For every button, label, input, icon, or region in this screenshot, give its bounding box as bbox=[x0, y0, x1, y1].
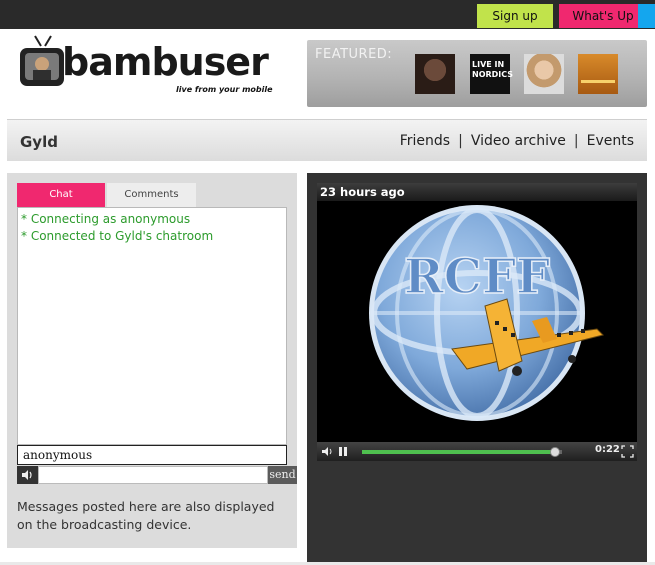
chat-panel: Chat Comments * Connecting as anonymous … bbox=[7, 173, 297, 548]
nav-separator: | bbox=[458, 133, 463, 149]
sound-toggle-button[interactable] bbox=[17, 466, 38, 484]
fullscreen-icon[interactable] bbox=[621, 445, 634, 458]
featured-thumb-1[interactable] bbox=[415, 54, 455, 94]
bambuser-logo[interactable]: bambuser live from your mobile bbox=[18, 34, 288, 98]
channel-username: Gyld bbox=[20, 133, 58, 151]
featured-label: FEATURED: bbox=[315, 47, 393, 62]
tab-comments[interactable]: Comments bbox=[107, 183, 196, 207]
featured-thumb-2[interactable]: LIVE IN NORDICS bbox=[470, 54, 514, 94]
chat-note: Messages posted here are also displayed … bbox=[17, 499, 275, 532]
nav-separator: | bbox=[573, 133, 579, 149]
video-frame: RCFF bbox=[317, 201, 637, 442]
logo-wordmark: bambuser bbox=[62, 40, 269, 84]
speaker-icon bbox=[22, 470, 32, 480]
top-bar: Sign up What's Up bbox=[0, 0, 655, 29]
chat-message-input[interactable] bbox=[38, 466, 268, 484]
featured-thumb-3[interactable] bbox=[524, 54, 564, 94]
chat-log[interactable]: * Connecting as anonymous * Connected to… bbox=[17, 207, 287, 445]
nav-events-link[interactable]: Events bbox=[587, 133, 634, 149]
featured-thumb-4[interactable] bbox=[578, 54, 618, 94]
channel-nav: Friends | Video archive | Events bbox=[400, 133, 634, 149]
video-overlay-text: RCFF bbox=[404, 249, 550, 305]
nickname-field[interactable]: anonymous bbox=[17, 445, 287, 465]
tv-logo-icon bbox=[20, 35, 64, 86]
chat-message: * Connecting as anonymous bbox=[21, 212, 191, 226]
seek-progress bbox=[362, 450, 556, 454]
logo-tagline: live from your mobile bbox=[176, 85, 273, 94]
video-title: 23 hours ago bbox=[317, 183, 637, 201]
nav-friends-link[interactable]: Friends bbox=[400, 133, 450, 149]
chat-message: * Connected to Gyld's chatroom bbox=[21, 229, 214, 243]
nav-video-archive-link[interactable]: Video archive bbox=[471, 133, 566, 149]
seek-handle[interactable] bbox=[550, 447, 560, 457]
video-player[interactable]: 23 hours ago RCFF 0:22 bbox=[317, 183, 637, 461]
signup-button[interactable]: Sign up bbox=[477, 4, 553, 28]
featured-strip: FEATURED: LIVE IN NORDICS bbox=[307, 40, 647, 107]
seek-bar[interactable] bbox=[362, 447, 562, 457]
featured-thumb-2-text: LIVE IN NORDICS bbox=[472, 60, 514, 79]
user-bar: Gyld Friends | Video archive | Events bbox=[7, 119, 647, 161]
video-time: 0:22 bbox=[595, 444, 620, 455]
send-button[interactable]: send bbox=[268, 466, 297, 484]
featured-thumb-4-stripe bbox=[581, 80, 615, 83]
blue-menu-button[interactable] bbox=[638, 4, 655, 28]
page: { "topbar": { "signup_label": "Sign up",… bbox=[0, 0, 655, 565]
whats-up-button[interactable]: What's Up bbox=[559, 4, 647, 28]
pause-icon[interactable] bbox=[338, 446, 348, 457]
player-controls: 0:22 bbox=[317, 442, 637, 461]
volume-icon[interactable] bbox=[321, 446, 333, 457]
tab-chat[interactable]: Chat bbox=[17, 183, 105, 207]
player-panel: 23 hours ago RCFF 0:22 bbox=[307, 173, 647, 565]
chat-input-row: send bbox=[17, 466, 297, 484]
